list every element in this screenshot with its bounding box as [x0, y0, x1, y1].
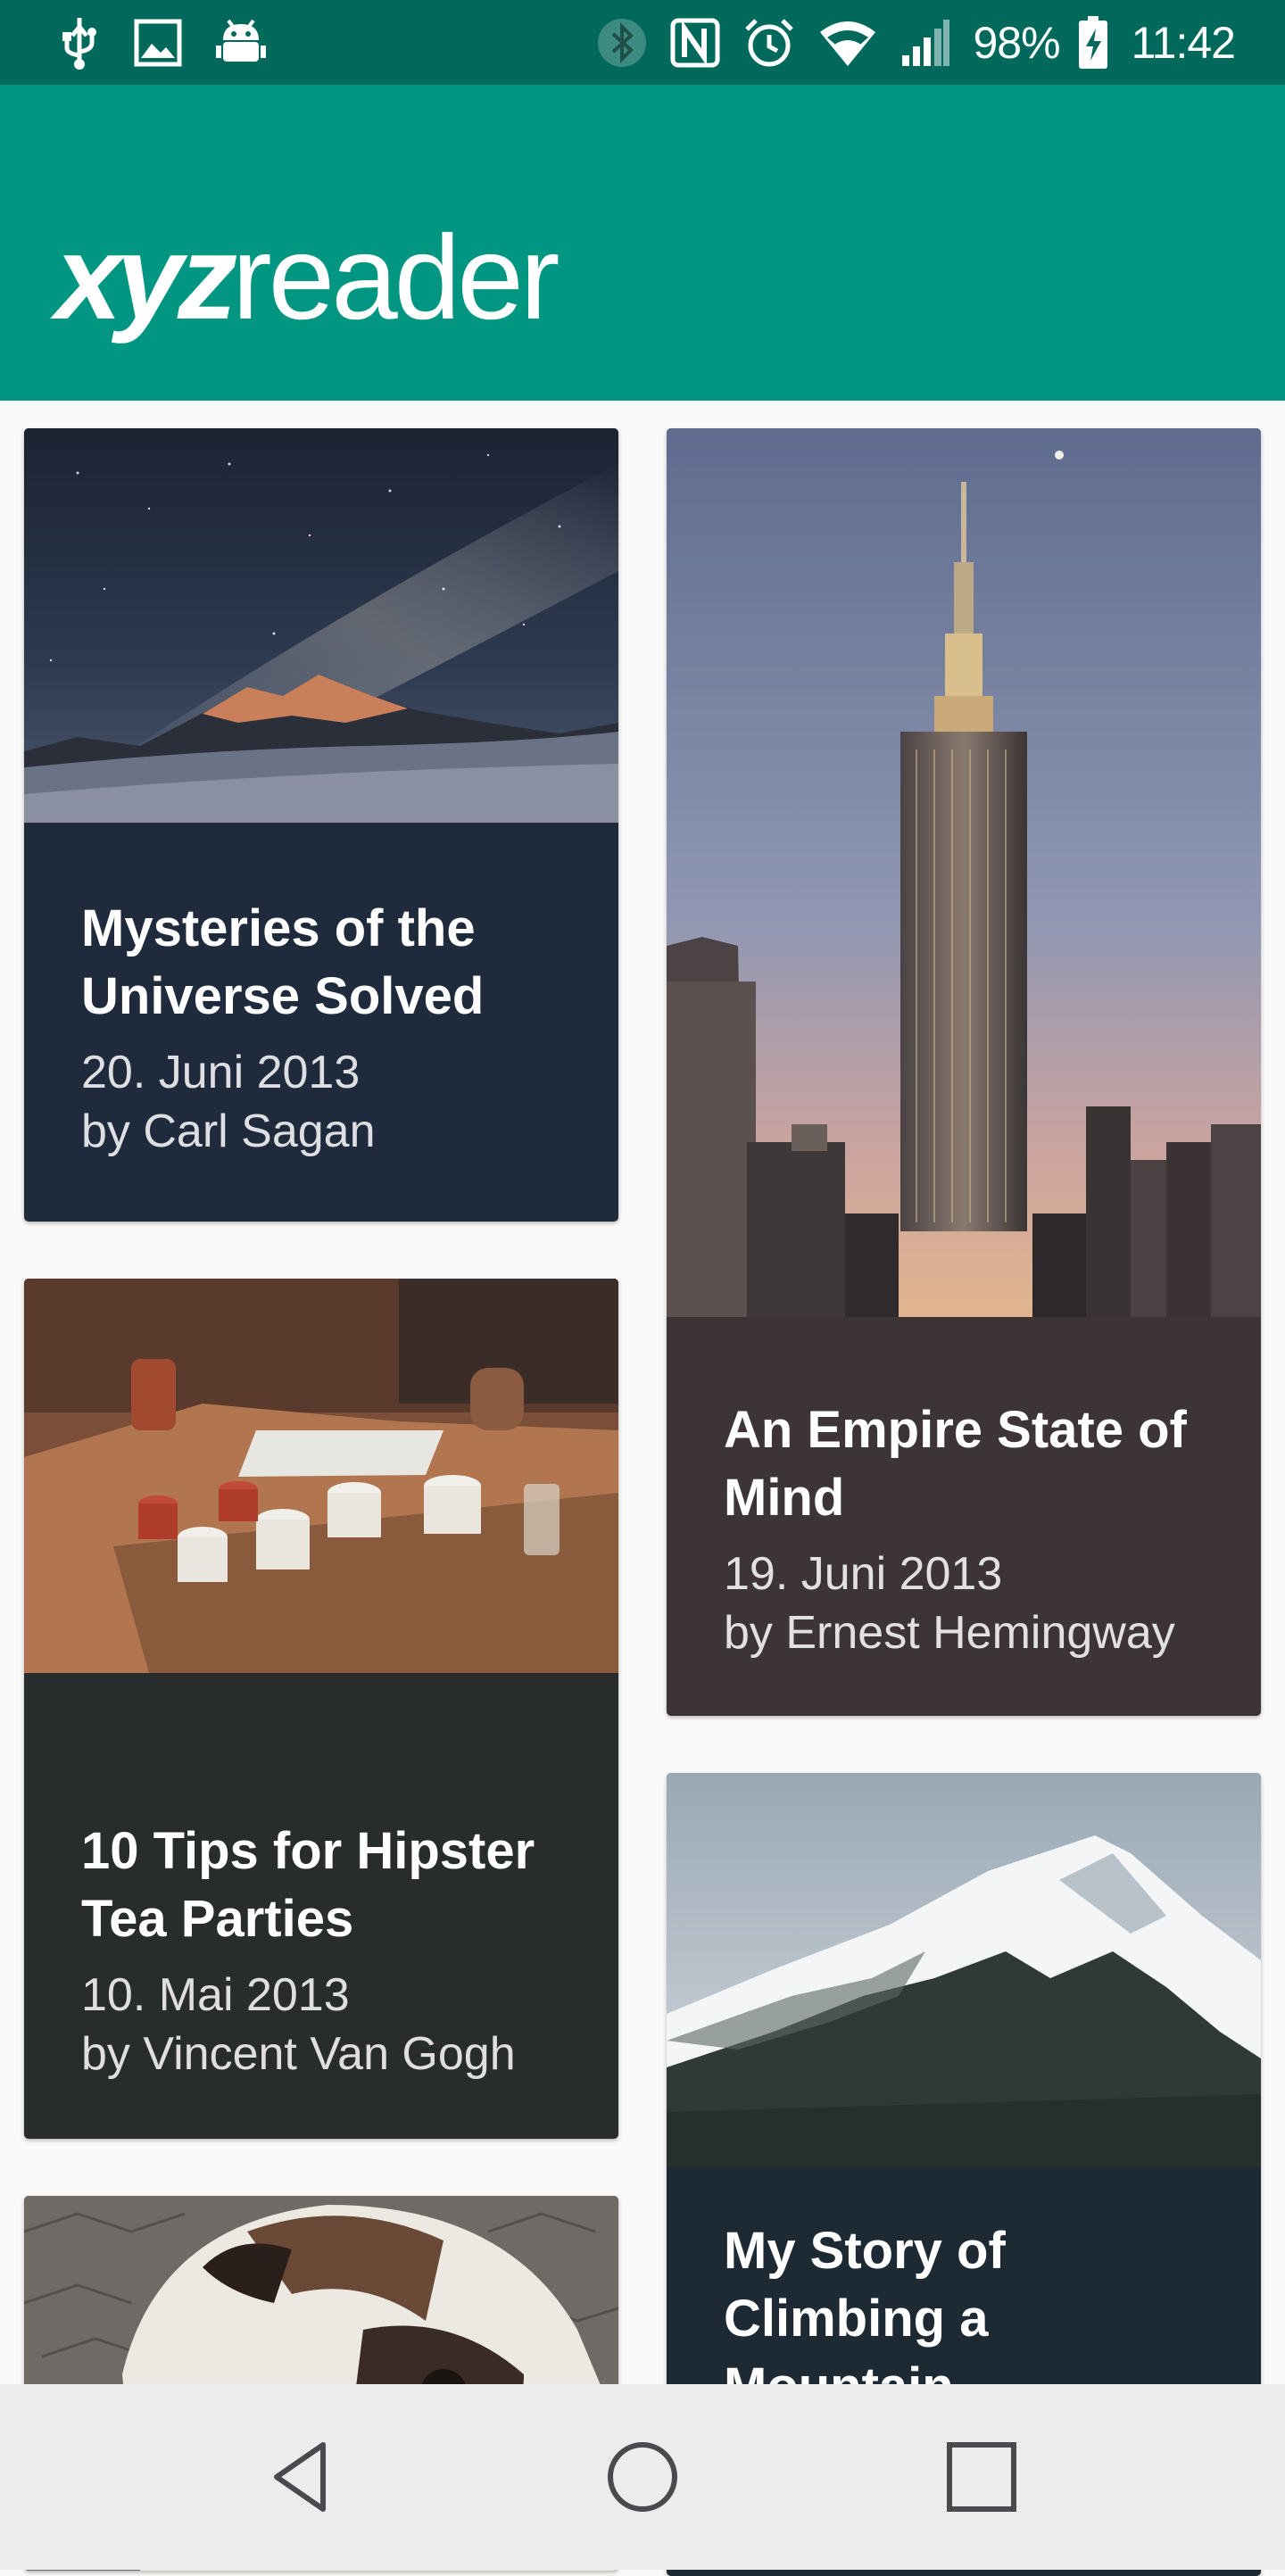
- article-meta: Mysteries of the Universe Solved 20. Jun…: [24, 895, 618, 1222]
- article-card-empire-state[interactable]: An Empire State of Mind 19. Juni 2013 by…: [667, 428, 1261, 1716]
- article-author: by Carl Sagan: [81, 1106, 376, 1157]
- home-icon[interactable]: [598, 2432, 687, 2522]
- article-photo-tea-cups: [24, 1279, 618, 1673]
- battery-percent: 98%: [973, 18, 1061, 68]
- article-meta: An Empire State of Mind 19. Juni 2013 by…: [667, 1396, 1261, 1716]
- app-logo: xyzreader: [55, 219, 560, 338]
- article-title: An Empire State of Mind: [724, 1401, 1187, 1527]
- signal-icon: [900, 18, 950, 68]
- android-debug-icon: [216, 17, 266, 69]
- bluetooth-icon: [597, 18, 647, 68]
- article-photo-night-sky: [24, 428, 618, 823]
- article-photo-empire-state: [667, 428, 1261, 1317]
- wifi-icon: [818, 18, 877, 68]
- notification-icons: [59, 14, 300, 71]
- article-card-hipster-tea[interactable]: 10 Tips for Hipster Tea Parties 10. Mai …: [24, 1279, 618, 2139]
- article-title: 10 Tips for Hipster Tea Parties: [81, 1822, 535, 1948]
- nfc-icon: [670, 18, 720, 68]
- article-date: 10. Mai 2013: [81, 1969, 350, 2021]
- usb-icon: [59, 16, 100, 70]
- app-bar: xyzreader: [0, 85, 1285, 401]
- logo-regular-text: reader: [232, 211, 560, 344]
- article-date: 20. Juni 2013: [81, 1047, 361, 1098]
- article-photo-snowy-mountain: [667, 1773, 1261, 2167]
- article-date: 19. Juni 2013: [724, 1548, 1003, 1600]
- article-meta: 10 Tips for Hipster Tea Parties 10. Mai …: [24, 1818, 618, 2139]
- back-icon[interactable]: [259, 2432, 348, 2522]
- recents-icon[interactable]: [937, 2432, 1026, 2522]
- system-status: 98% 11:42: [597, 14, 1236, 71]
- article-author: by Ernest Hemingway: [724, 1607, 1175, 1659]
- status-bar: 98% 11:42: [0, 0, 1285, 85]
- logo-bold-text: xyz: [55, 211, 237, 344]
- system-navigation-bar: [0, 2384, 1285, 2570]
- alarm-icon: [743, 17, 795, 69]
- article-title: Mysteries of the Universe Solved: [81, 899, 485, 1025]
- article-card-mysteries[interactable]: Mysteries of the Universe Solved 20. Jun…: [24, 428, 618, 1222]
- article-author: by Vincent Van Gogh: [81, 2028, 516, 2080]
- clock: 11:42: [1131, 18, 1236, 68]
- battery-charging-icon: [1078, 16, 1108, 70]
- image-icon: [134, 19, 182, 67]
